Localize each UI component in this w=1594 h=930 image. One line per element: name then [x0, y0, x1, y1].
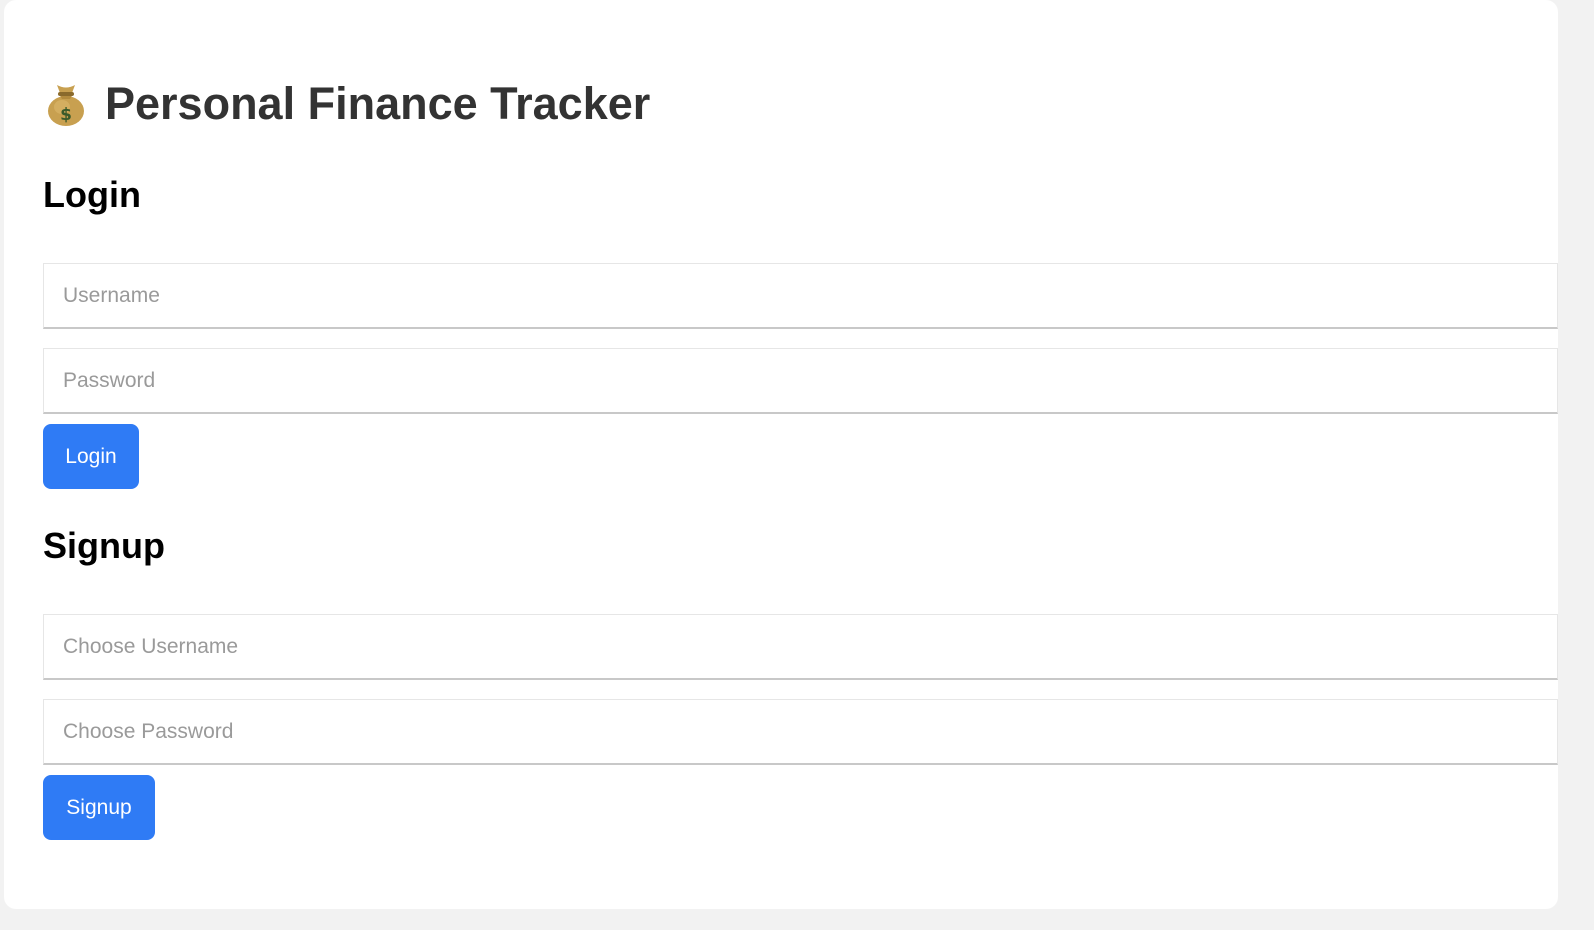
- signup-heading: Signup: [43, 525, 165, 566]
- login-username-input[interactable]: [43, 263, 1558, 329]
- app-title-text: Personal Finance Tracker: [105, 78, 651, 129]
- page-title: $ Personal Finance Tracker: [45, 76, 650, 132]
- money-bag-icon: $: [45, 81, 87, 127]
- login-password-input[interactable]: [43, 348, 1558, 414]
- signup-username-input[interactable]: [43, 614, 1558, 680]
- login-button[interactable]: Login: [43, 424, 139, 489]
- signup-password-input[interactable]: [43, 699, 1558, 765]
- login-heading: Login: [43, 174, 141, 215]
- signup-button[interactable]: Signup: [43, 775, 155, 840]
- svg-text:$: $: [60, 105, 72, 125]
- main-card: $ Personal Finance Tracker Login Login S…: [4, 0, 1558, 909]
